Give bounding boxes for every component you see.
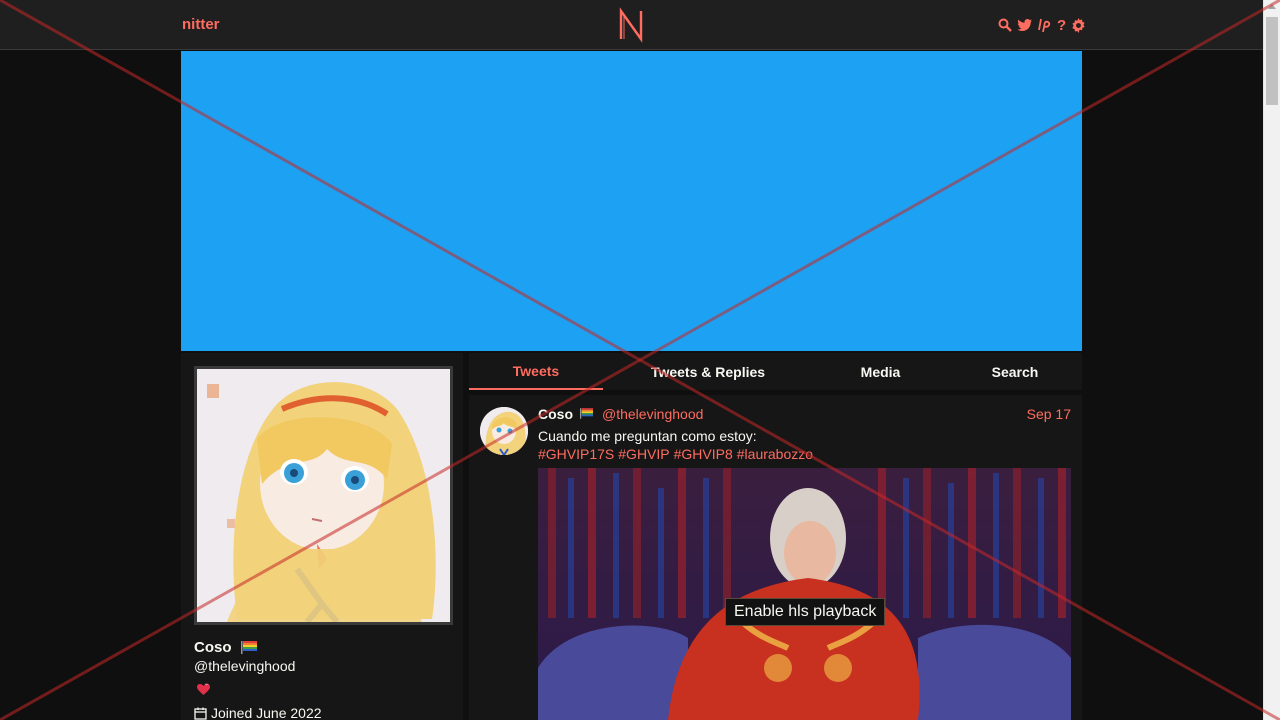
scroll-up-arrow-icon[interactable] <box>1268 4 1276 9</box>
timeline-tabs: Tweets Tweets & Replies Media Search <box>469 353 1082 390</box>
search-icon[interactable] <box>998 16 1012 34</box>
hashtag-link[interactable]: #GHVIP <box>618 446 669 462</box>
tab-media[interactable]: Media <box>813 353 948 390</box>
avatar-image <box>197 369 450 622</box>
tab-search[interactable]: Search <box>948 353 1082 390</box>
profile-card: Coso @thelevinghood Joined June 2022 <box>181 353 463 720</box>
nav-icons: ? <box>998 16 1086 34</box>
navbar: nitter ? <box>0 0 1263 50</box>
tweet-avatar[interactable] <box>480 407 528 455</box>
joined-date: Joined June 2022 <box>194 705 322 720</box>
rainbow-flag-icon <box>241 641 257 654</box>
scroll-thumb[interactable] <box>1266 17 1278 105</box>
nitter-home-link[interactable]: nitter <box>182 16 220 33</box>
heart-icon <box>197 683 210 695</box>
profile-name[interactable]: Coso <box>194 639 232 656</box>
tab-tweets-replies[interactable]: Tweets & Replies <box>603 353 813 390</box>
video-thumbnail <box>538 468 1071 720</box>
calendar-icon <box>194 707 207 720</box>
tweet-item[interactable]: Coso @thelevinghood Sep 17 Cuando me pre… <box>469 395 1082 720</box>
lp-icon[interactable] <box>1038 16 1052 34</box>
enable-hls-button[interactable]: Enable hls playback <box>725 598 886 626</box>
profile-banner <box>181 51 1082 351</box>
tweet-author-name[interactable]: Coso <box>538 406 573 422</box>
hashtag-link[interactable]: #laurabozzo <box>737 446 813 462</box>
nitter-logo-icon[interactable] <box>617 7 645 43</box>
tweet-date[interactable]: Sep 17 <box>1027 406 1071 422</box>
help-icon[interactable]: ? <box>1057 16 1066 34</box>
bird-icon[interactable] <box>1017 16 1033 34</box>
page-scrollbar[interactable] <box>1263 0 1280 720</box>
hashtag-link[interactable]: #GHVIP17S <box>538 446 614 462</box>
joined-text: Joined June 2022 <box>211 705 322 720</box>
tweet-video[interactable]: Enable hls playback <box>538 468 1071 720</box>
profile-avatar[interactable] <box>194 366 453 625</box>
tab-tweets[interactable]: Tweets <box>469 353 603 390</box>
gear-icon[interactable] <box>1071 16 1086 34</box>
tweet-hashtags: #GHVIP17S #GHVIP #GHVIP8 #laurabozzo <box>538 445 817 463</box>
profile-handle[interactable]: @thelevinghood <box>194 658 295 674</box>
hashtag-link[interactable]: #GHVIP8 <box>674 446 733 462</box>
tweet-text: Cuando me preguntan como estoy: <box>538 428 757 444</box>
tweet-author-handle[interactable]: @thelevinghood <box>602 406 703 422</box>
rainbow-flag-icon <box>580 408 593 419</box>
